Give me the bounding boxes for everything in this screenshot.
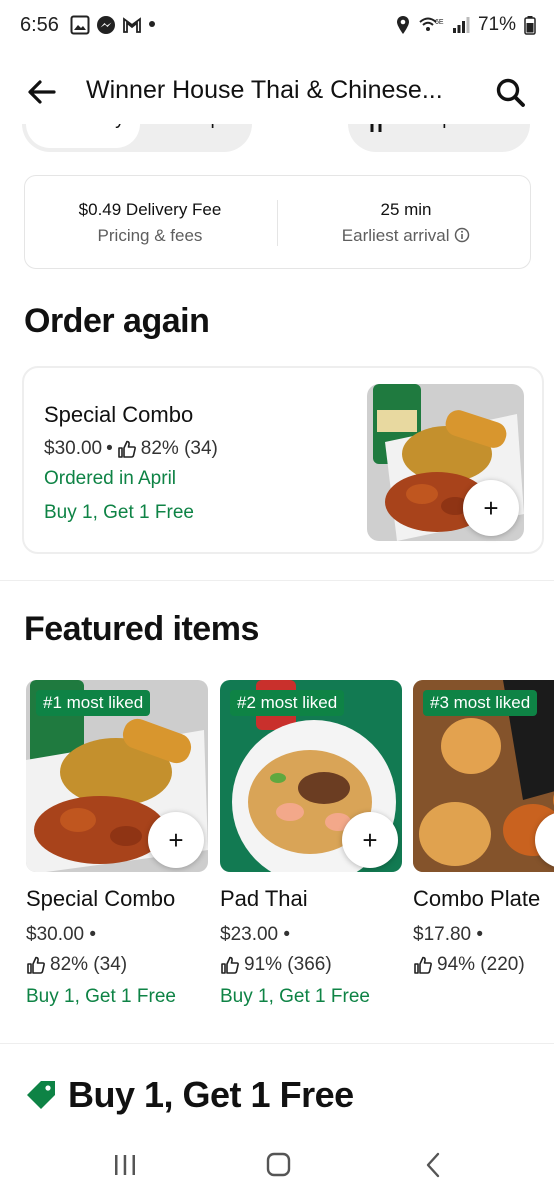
ordered-in-label: Ordered in April	[44, 468, 177, 489]
pricing-fees-link[interactable]: Pricing & fees	[25, 226, 275, 246]
thumbs-up-icon	[27, 956, 45, 974]
add-to-cart-button[interactable]: +	[463, 480, 519, 536]
delivery-fee: $0.49 Delivery Fee	[78, 200, 222, 219]
featured-item-name: Special Combo	[26, 886, 176, 911]
most-liked-badge: #2 most liked	[230, 690, 345, 716]
page-title: Winner House Thai & Chinese...	[86, 76, 443, 104]
featured-item-rating-row: 82% (34)	[26, 954, 208, 976]
most-liked-badge: #3 most liked	[423, 690, 538, 716]
featured-item-image: #3 most liked +	[413, 680, 554, 872]
promo-section-title: Buy 1, Get 1 Free	[68, 1074, 354, 1115]
featured-item-name: Pad Thai	[220, 886, 308, 911]
order-again-rating: 82% (34)	[140, 438, 218, 459]
featured-item-promo: Buy 1, Get 1 Free	[26, 986, 176, 1007]
arrival-section[interactable]: 25 min Earliest arrival	[281, 200, 531, 246]
gmail-icon	[123, 17, 141, 33]
meta-separator: •	[106, 438, 113, 459]
featured-item-promo: Buy 1, Get 1 Free	[220, 986, 370, 1007]
plus-icon: +	[362, 824, 378, 855]
featured-item-price: $17.80 •	[413, 924, 484, 945]
thumbs-up-icon	[117, 440, 136, 458]
wifi-label: 6E	[435, 19, 444, 26]
featured-item-price: $30.00 •	[26, 924, 97, 945]
arrival-time: 25 min	[380, 200, 432, 219]
recent-apps-icon[interactable]	[105, 1148, 145, 1182]
thumbs-up-icon	[414, 956, 432, 974]
featured-item-rating-row: 94% (220)	[413, 954, 554, 976]
home-icon[interactable]	[258, 1148, 298, 1182]
gallery-icon	[70, 15, 90, 35]
featured-item-rating-row: 91% (366)	[220, 954, 402, 976]
featured-item-price: $23.00 •	[220, 924, 291, 945]
notification-dot-icon	[149, 21, 155, 27]
featured-item-rating: 94% (220)	[437, 954, 525, 975]
add-to-cart-button[interactable]: +	[342, 812, 398, 868]
featured-item-card[interactable]: #2 most liked + Pad Thai $23.00 • 91% (3…	[220, 680, 402, 1008]
featured-item-name: Combo Plate	[413, 886, 541, 911]
order-again-price: $30.00	[44, 438, 103, 459]
promo-section-heading: Buy 1, Get 1 Free	[24, 1074, 354, 1116]
section-divider	[0, 1043, 554, 1044]
featured-item-rating: 82% (34)	[50, 954, 128, 975]
status-bar: 6:56 6E 71%	[0, 0, 554, 52]
battery-percent: 71%	[477, 14, 516, 35]
most-liked-badge: #1 most liked	[36, 690, 151, 716]
featured-items-heading: Featured items	[24, 610, 259, 648]
back-nav-icon[interactable]	[414, 1148, 454, 1182]
info-icon[interactable]	[454, 227, 470, 243]
order-again-promo: Buy 1, Get 1 Free	[44, 502, 194, 523]
system-nav-bar	[0, 1128, 554, 1200]
signal-icon	[452, 17, 470, 33]
add-to-cart-button[interactable]: +	[148, 812, 204, 868]
delivery-info-card: $0.49 Delivery Fee Pricing & fees 25 min…	[24, 175, 531, 269]
featured-item-card[interactable]: #1 most liked + Special Combo $30.00 • 8…	[26, 680, 208, 1008]
plus-icon: +	[168, 824, 184, 855]
featured-item-rating: 91% (366)	[244, 954, 332, 975]
location-icon	[396, 16, 409, 34]
thumbs-up-icon	[221, 956, 239, 974]
earliest-arrival-text: Earliest arrival	[341, 226, 450, 245]
order-again-meta: $30.00 • 82% (34)	[44, 438, 218, 460]
order-again-heading: Order again	[24, 302, 210, 340]
messenger-icon	[97, 16, 115, 34]
featured-item-card[interactable]: #3 most liked + Combo Plate $17.80 • 94%…	[413, 680, 554, 976]
featured-item-image: #2 most liked +	[220, 680, 402, 872]
status-time: 6:56	[20, 14, 59, 36]
tag-icon	[27, 1081, 55, 1109]
store-header: Winner House Thai & Chinese...	[0, 60, 554, 124]
section-divider	[0, 580, 554, 581]
earliest-arrival-label: Earliest arrival	[281, 226, 531, 246]
order-again-card[interactable]: Special Combo $30.00 • 82% (34) Ordered …	[22, 366, 544, 554]
delivery-fee-section[interactable]: $0.49 Delivery Fee Pricing & fees	[25, 200, 275, 246]
wifi-icon: 6E	[419, 17, 444, 31]
arrow-left-icon[interactable]	[24, 74, 60, 110]
search-icon[interactable]	[494, 76, 526, 108]
battery-icon	[524, 16, 536, 35]
info-divider	[277, 200, 278, 246]
featured-item-image: #1 most liked +	[26, 680, 208, 872]
order-again-item-name: Special Combo	[44, 402, 194, 427]
plus-icon: +	[483, 492, 499, 523]
